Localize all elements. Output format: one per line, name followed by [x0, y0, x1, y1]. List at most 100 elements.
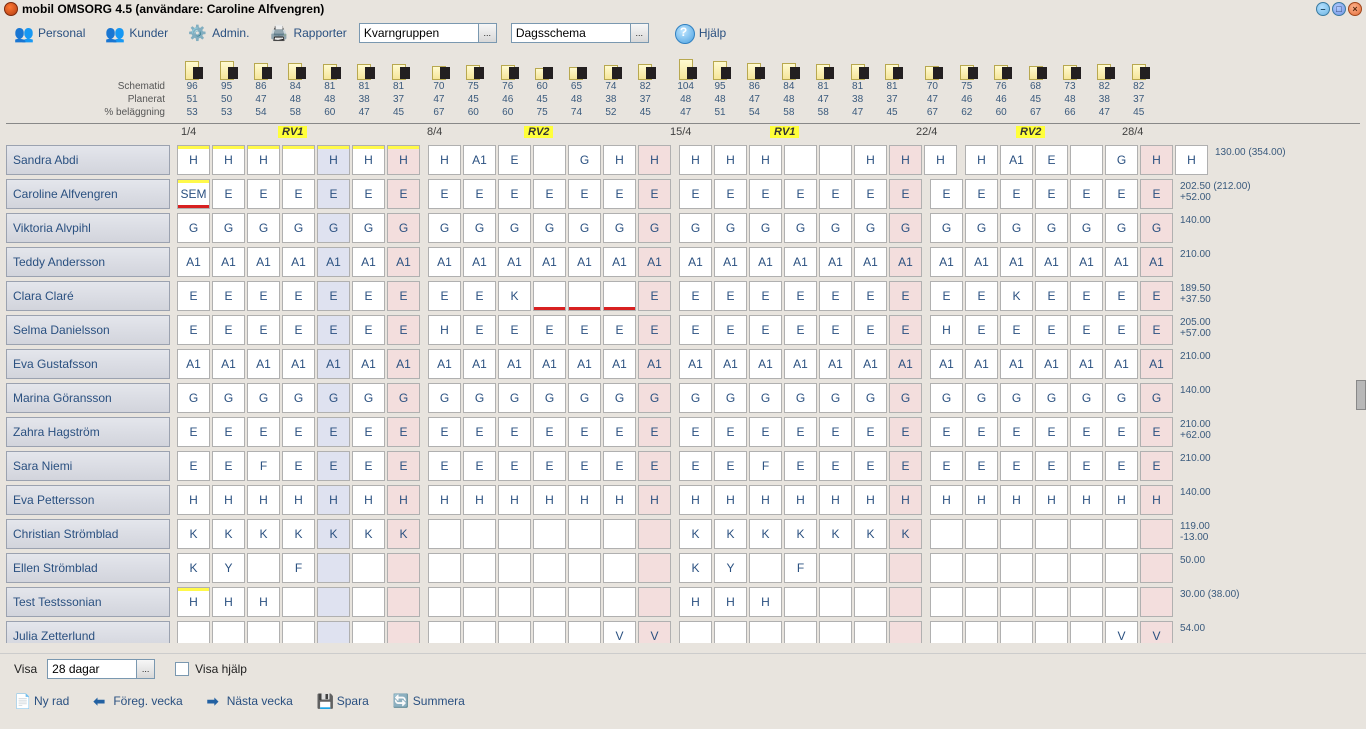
visa-hjalp-checkbox[interactable] — [175, 662, 189, 676]
schedule-cell[interactable] — [603, 587, 636, 617]
schedule-dropdown-button[interactable]: ... — [631, 23, 649, 43]
schedule-cell[interactable]: H — [679, 587, 712, 617]
schedule-cell[interactable]: G — [463, 213, 496, 243]
employee-name[interactable]: Teddy Andersson — [6, 247, 170, 277]
schedule-cell[interactable]: G — [603, 213, 636, 243]
schedule-cell[interactable]: G — [854, 213, 887, 243]
schedule-cell[interactable]: H — [177, 145, 210, 175]
schedule-cell[interactable]: E — [854, 281, 887, 311]
schedule-cell[interactable] — [965, 621, 998, 643]
schedule-cell[interactable]: G — [965, 383, 998, 413]
schedule-cell[interactable]: G — [282, 383, 315, 413]
schedule-cell[interactable]: H — [714, 145, 747, 175]
schedule-cell[interactable]: H — [749, 587, 782, 617]
schedule-cell[interactable] — [463, 519, 496, 549]
schedule-cell[interactable]: E — [1000, 179, 1033, 209]
schedule-cell[interactable]: H — [714, 587, 747, 617]
schedule-cell[interactable]: E — [1105, 281, 1138, 311]
schedule-cell[interactable] — [638, 519, 671, 549]
schedule-cell[interactable]: H — [282, 485, 315, 515]
schedule-cell[interactable]: E — [498, 451, 531, 481]
schedule-cell[interactable] — [854, 553, 887, 583]
schedule-cell[interactable]: E — [1070, 417, 1103, 447]
schedule-cell[interactable]: H — [1000, 485, 1033, 515]
schedule-cell[interactable]: F — [749, 451, 782, 481]
schedule-cell[interactable]: H — [352, 145, 385, 175]
employee-name[interactable]: Sara Niemi — [6, 451, 170, 481]
nav-admin[interactable]: Admin. — [180, 22, 257, 44]
schedule-cell[interactable] — [568, 553, 601, 583]
schedule-cell[interactable]: E — [749, 315, 782, 345]
schedule-cell[interactable]: G — [889, 383, 922, 413]
schedule-cell[interactable]: A1 — [679, 349, 712, 379]
schedule-cell[interactable] — [965, 519, 998, 549]
schedule-cell[interactable]: E — [428, 179, 461, 209]
schedule-cell[interactable] — [428, 621, 461, 643]
schedule-cell[interactable] — [1105, 553, 1138, 583]
schedule-cell[interactable]: E — [965, 281, 998, 311]
employee-name[interactable]: Viktoria Alvpihl — [6, 213, 170, 243]
schedule-cell[interactable]: E — [212, 451, 245, 481]
schedule-cell[interactable]: G — [317, 213, 350, 243]
schedule-cell[interactable]: K — [177, 553, 210, 583]
schedule-cell[interactable]: E — [463, 417, 496, 447]
schedule-cell[interactable]: A1 — [965, 349, 998, 379]
schedule-cell[interactable] — [533, 281, 566, 311]
schedule-cell[interactable] — [568, 519, 601, 549]
schedule-cell[interactable]: A1 — [317, 349, 350, 379]
schedule-cell[interactable] — [1105, 519, 1138, 549]
schedule-cell[interactable]: E — [603, 417, 636, 447]
schedule-cell[interactable]: K — [1000, 281, 1033, 311]
schedule-cell[interactable]: E — [177, 417, 210, 447]
schedule-cell[interactable] — [463, 587, 496, 617]
schedule-cell[interactable]: G — [387, 213, 420, 243]
schedule-cell[interactable]: E — [352, 451, 385, 481]
schedule-cell[interactable]: E — [965, 179, 998, 209]
nav-rapporter[interactable]: Rapporter — [261, 22, 354, 44]
schedule-cell[interactable]: H — [784, 485, 817, 515]
schedule-cell[interactable]: G — [1070, 383, 1103, 413]
schedule-cell[interactable]: G — [819, 213, 852, 243]
schedule-cell[interactable] — [498, 553, 531, 583]
schedule-cell[interactable]: E — [965, 417, 998, 447]
schedule-cell[interactable]: G — [568, 213, 601, 243]
schedule-cell[interactable]: E — [1105, 315, 1138, 345]
schedule-cell[interactable]: E — [463, 315, 496, 345]
schedule-cell[interactable]: E — [1140, 417, 1173, 447]
schedule-cell[interactable]: A1 — [533, 349, 566, 379]
schedule-cell[interactable]: A1 — [854, 247, 887, 277]
schedule-cell[interactable]: H — [428, 485, 461, 515]
schedule-cell[interactable]: E — [177, 281, 210, 311]
schedule-cell[interactable] — [889, 553, 922, 583]
days-input[interactable] — [47, 659, 137, 679]
schedule-cell[interactable]: K — [352, 519, 385, 549]
schedule-cell[interactable]: V — [603, 621, 636, 643]
schedule-cell[interactable]: E — [854, 179, 887, 209]
schedule-cell[interactable]: H — [428, 145, 461, 175]
schedule-cell[interactable]: A1 — [784, 349, 817, 379]
schedule-cell[interactable]: G — [1035, 383, 1068, 413]
schedule-cell[interactable] — [498, 621, 531, 643]
schedule-cell[interactable] — [854, 621, 887, 643]
schedule-cell[interactable]: E — [679, 281, 712, 311]
schedule-cell[interactable] — [282, 587, 315, 617]
schedule-cell[interactable]: E — [282, 417, 315, 447]
schedule-cell[interactable]: A1 — [247, 247, 280, 277]
schedule-cell[interactable] — [317, 553, 350, 583]
schedule-cell[interactable]: Y — [212, 553, 245, 583]
schedule-cell[interactable]: E — [247, 417, 280, 447]
schedule-cell[interactable]: G — [889, 213, 922, 243]
schedule-cell[interactable]: G — [603, 383, 636, 413]
schedule-cell[interactable]: G — [533, 383, 566, 413]
schedule-cell[interactable] — [930, 587, 963, 617]
schedule-cell[interactable]: G — [282, 213, 315, 243]
schedule-cell[interactable]: A1 — [387, 247, 420, 277]
schedule-cell[interactable]: H — [889, 485, 922, 515]
schedule-cell[interactable]: H — [428, 315, 461, 345]
schedule-cell[interactable]: G — [1000, 213, 1033, 243]
schedule-cell[interactable] — [1070, 621, 1103, 643]
schedule-cell[interactable]: E — [1140, 281, 1173, 311]
schedule-cell[interactable] — [282, 145, 315, 175]
schedule-cell[interactable]: E — [1070, 451, 1103, 481]
schedule-cell[interactable]: H — [924, 145, 957, 175]
